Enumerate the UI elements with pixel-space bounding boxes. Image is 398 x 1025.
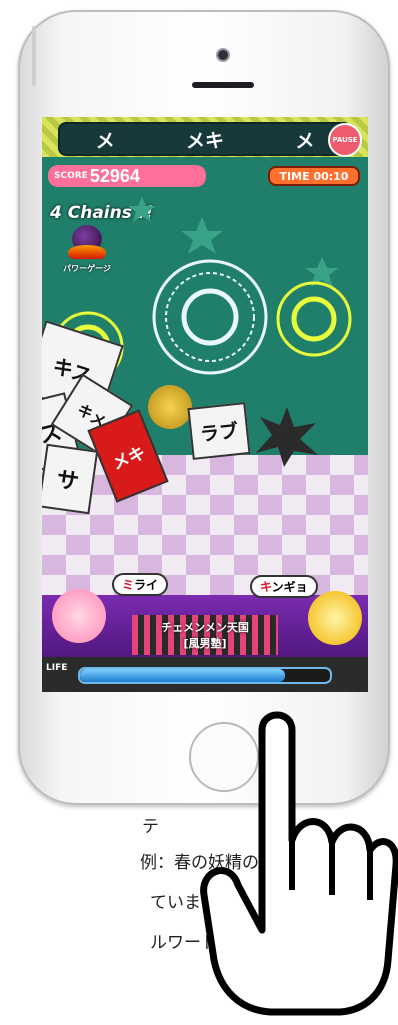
explosion-icon	[256, 407, 318, 467]
life-bar-area: LIFE	[42, 657, 368, 692]
star-icon	[128, 197, 156, 222]
caption-line-1: テ	[142, 817, 159, 837]
banner-artist: [風男塾]	[183, 637, 227, 650]
mute-switch	[32, 26, 36, 86]
word-slot-2: メキ	[185, 129, 224, 152]
speech-bubble-right: キンギョ	[250, 575, 318, 598]
banner-title: チェメンメン天国	[161, 621, 249, 634]
game-screen[interactable]: メ メキ メ PAUSE SCORE 52964 TIME 00:10 4 Ch…	[42, 117, 368, 692]
life-bar-track	[78, 667, 332, 684]
front-camera	[218, 50, 228, 60]
word-bar: メ メキ メ	[58, 122, 352, 156]
cube-sa[interactable]: サ	[42, 443, 99, 515]
cube-rabu[interactable]: ラブ	[187, 402, 251, 460]
speech-bubble-left: ミライ	[112, 573, 169, 596]
pointing-hand-icon	[200, 711, 398, 1016]
magic-circle-right	[276, 281, 352, 357]
magic-circle-center	[152, 259, 268, 375]
character-right	[308, 591, 362, 645]
pause-button[interactable]: PAUSE	[328, 123, 362, 157]
top-bar: メ メキ メ PAUSE	[42, 117, 368, 157]
word-slot-1: メ	[95, 129, 115, 152]
life-label: LIFE	[46, 663, 68, 673]
life-bar-fill	[80, 669, 285, 682]
character-left	[52, 589, 106, 643]
earpiece-speaker	[192, 82, 254, 88]
word-slot-3: メ	[295, 129, 315, 152]
song-banner: チェメンメン天国 [風男塾]	[132, 615, 278, 655]
